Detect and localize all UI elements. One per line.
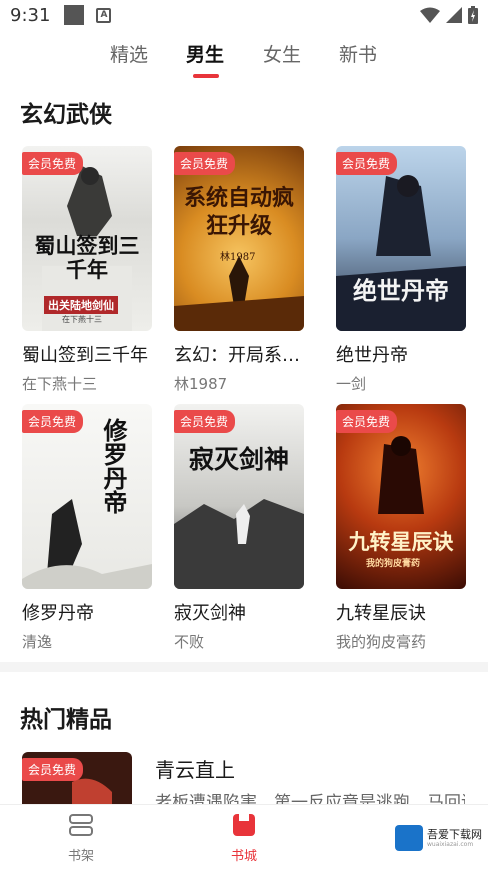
book-cover: 寂灭剑神 会员免费 [174,404,304,589]
book-cover: 修罗丹帝 会员免费 [22,404,152,589]
tab-female[interactable]: 女生 [263,40,301,67]
book-author: 一剑 [336,375,367,393]
wifi-icon [420,7,440,23]
book-author: 我的狗皮膏药 [336,633,427,651]
watermark-text: 吾爱下载网 [427,827,482,841]
book-card[interactable]: 系统自动疯狂升级 林1987 会员免费 玄幻：开局系统自动疯狂升级 林1987 [174,146,304,394]
section-divider [0,662,488,672]
notification-a-icon: A [96,7,112,23]
cover-title-text: 系统自动疯狂升级 [184,185,295,239]
book-card[interactable]: 绝世丹帝 会员免费 绝世丹帝 一剑 [336,146,466,394]
category-tabs: 精选 男生 女生 新书 [0,40,488,82]
tab-new-books[interactable]: 新书 [339,40,377,67]
book-title: 修罗丹帝 [22,603,94,624]
hot-book-cover[interactable]: 会员免费 [22,752,132,812]
nav-label: 书城 [230,849,257,864]
nav-label: 书架 [67,849,94,864]
book-author: 在下燕十三 [22,375,98,393]
section-title-hot: 热门精品 [20,707,112,733]
book-cover: 绝世丹帝 会员免费 [336,146,466,331]
notification-square-icon [64,5,85,25]
book-cover: 九转星辰诀 我的狗皮膏药 会员免费 [336,404,466,589]
member-free-badge: 会员免费 [336,410,398,433]
member-free-badge: 会员免费 [22,410,84,433]
book-card[interactable]: 修罗丹帝 会员免费 修罗丹帝 清逸 [22,404,152,652]
book-cover: 系统自动疯狂升级 林1987 会员免费 [174,146,304,331]
cover-byline-text: 林1987 [220,252,256,263]
hot-book-title[interactable]: 青云直上 [155,754,235,783]
book-title: 九转星辰诀 [336,603,426,624]
status-bar: 9:31 A [0,0,488,30]
bookshelf-icon [69,814,93,836]
tab-male[interactable]: 男生 [186,40,224,67]
book-author: 清逸 [22,633,53,651]
cover-title-text: 修罗丹帝 [99,418,128,514]
bookstore-icon [233,814,255,836]
battery-icon [468,6,478,24]
section-title-fantasy: 玄幻武侠 [20,102,112,128]
signal-icon [446,7,462,23]
member-free-badge: 会员免费 [174,152,236,175]
book-title: 玄幻：开局系统自动疯狂升级 [174,345,304,366]
cover-byline-text: 我的狗皮膏药 [366,559,421,569]
tab-featured[interactable]: 精选 [110,40,148,67]
member-free-badge: 会员免费 [174,410,236,433]
member-free-badge: 会员免费 [336,152,398,175]
book-card[interactable]: 蜀山签到三千年 出关陆地剑仙 在下燕十三 会员免费 蜀山签到三千年 在下燕十三 [22,146,152,394]
watermark-logo: 吾爱下载网 wuaixiazai.com [395,825,482,851]
hot-book-description: 老板遭遇陷害，第一反应竟是逃跑，马回说 [155,793,465,804]
cover-title-text: 寂灭剑神 [188,445,289,474]
watermark-subtext: wuaixiazai.com [427,840,474,848]
cover-title-text: 九转星辰诀 [348,529,454,554]
book-card[interactable]: 九转星辰诀 我的狗皮膏药 会员免费 九转星辰诀 我的狗皮膏药 [336,404,466,652]
member-free-badge: 会员免费 [22,758,84,781]
cover-subtitle-text: 出关陆地剑仙 [44,296,118,314]
book-author: 不败 [174,633,205,651]
watermark-icon [395,825,423,851]
cover-title-text: 蜀山签到三千年 [34,233,140,282]
book-title: 蜀山签到三千年 [22,345,148,366]
nav-bookstore[interactable]: 书城 [214,813,274,864]
book-author: 林1987 [174,375,228,393]
status-icons [420,6,478,24]
cover-byline-text: 在下燕十三 [62,315,102,324]
active-tab-indicator [193,74,219,78]
book-cover: 蜀山签到三千年 出关陆地剑仙 在下燕十三 会员免费 [22,146,152,331]
book-title: 寂灭剑神 [174,603,246,624]
cover-title-text: 绝世丹帝 [353,276,449,305]
member-free-badge: 会员免费 [22,152,84,175]
nav-bookshelf[interactable]: 书架 [51,813,111,864]
bottom-navigation: 书架 书城 吾爱下载网 wuaixiazai.com [0,804,488,870]
book-card[interactable]: 寂灭剑神 会员免费 寂灭剑神 不败 [174,404,304,652]
status-time: 9:31 [10,4,51,26]
book-title: 绝世丹帝 [336,345,408,366]
